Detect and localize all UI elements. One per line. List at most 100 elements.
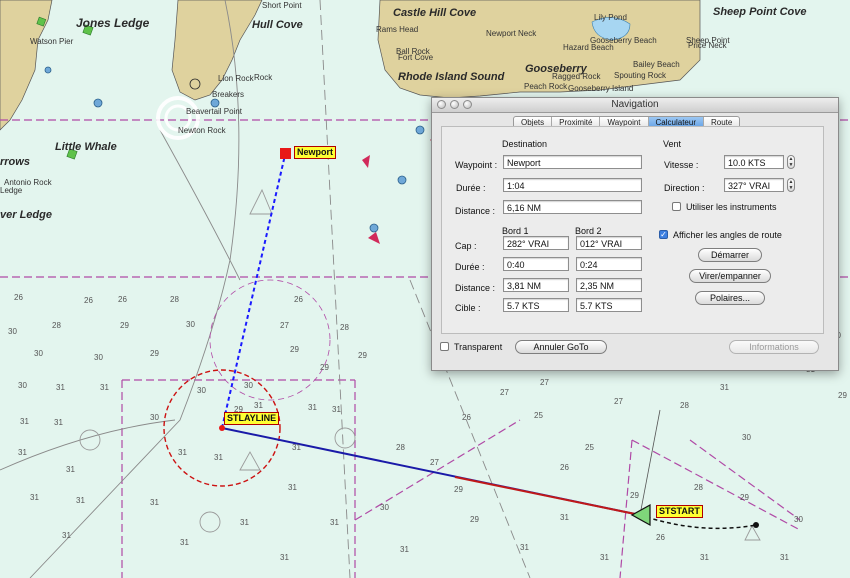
svg-text:31: 31	[62, 531, 71, 540]
svg-text:31: 31	[280, 553, 289, 562]
svg-text:29: 29	[630, 491, 639, 500]
navigation-window[interactable]: Navigation Objets Proximité Waypoint Cal…	[431, 97, 839, 371]
vitesse-label: Vitesse :	[664, 160, 699, 170]
svg-text:30: 30	[186, 320, 195, 329]
bord1-header: Bord 1	[502, 226, 529, 236]
svg-text:29: 29	[358, 351, 367, 360]
svg-text:31: 31	[780, 553, 789, 562]
demarrer-button[interactable]: Démarrer	[698, 248, 762, 262]
svg-text:31: 31	[18, 448, 27, 457]
svg-text:Gooseberry Island: Gooseberry Island	[568, 84, 633, 93]
svg-text:Rock: Rock	[254, 73, 273, 82]
vitesse-stepper[interactable]: ▲ ▼	[787, 155, 795, 169]
svg-text:26: 26	[294, 295, 303, 304]
svg-text:31: 31	[180, 538, 189, 547]
svg-text:30: 30	[197, 386, 206, 395]
svg-text:27: 27	[540, 378, 549, 387]
svg-text:Rams Head: Rams Head	[376, 25, 418, 34]
svg-text:Hazard Beach: Hazard Beach	[563, 43, 614, 52]
svg-text:28: 28	[340, 323, 349, 332]
cap-label: Cap :	[455, 241, 477, 251]
duration-field: 1:04	[503, 178, 642, 192]
virer-empanner-button[interactable]: Virer/empanner	[689, 269, 771, 283]
window-title: Navigation	[611, 99, 659, 110]
svg-text:Ball Rock: Ball Rock	[396, 47, 431, 56]
cap-bord2-field: 012° VRAI	[576, 236, 642, 250]
svg-text:30: 30	[794, 515, 803, 524]
svg-text:31: 31	[76, 496, 85, 505]
waypoint-label-newport[interactable]: Newport	[294, 146, 336, 159]
svg-text:ver Ledge: ver Ledge	[0, 209, 52, 221]
waypoint-stlayline-marker[interactable]	[219, 425, 225, 431]
svg-text:28: 28	[170, 295, 179, 304]
bord2-header: Bord 2	[575, 226, 602, 236]
svg-text:Lion Rock: Lion Rock	[218, 74, 255, 83]
svg-text:31: 31	[66, 465, 75, 474]
svg-text:31: 31	[56, 383, 65, 392]
svg-text:31: 31	[288, 483, 297, 492]
duree-bord1-field: 0:40	[503, 257, 569, 271]
svg-text:26: 26	[84, 296, 93, 305]
svg-text:27: 27	[500, 388, 509, 397]
svg-text:Ragged Rock: Ragged Rock	[552, 72, 601, 81]
svg-text:30: 30	[742, 433, 751, 442]
svg-text:31: 31	[700, 553, 709, 562]
svg-text:31: 31	[330, 518, 339, 527]
dist-label: Distance :	[455, 283, 496, 293]
informations-button[interactable]: Informations	[729, 340, 819, 354]
waypoint-field[interactable]: Newport	[503, 155, 642, 169]
direction-stepper[interactable]: ▲ ▼	[787, 178, 795, 192]
svg-text:Price Neck: Price Neck	[688, 41, 728, 50]
transparent-label: Transparent	[454, 342, 503, 352]
svg-text:Little Whale: Little Whale	[55, 141, 117, 153]
svg-text:31: 31	[30, 493, 39, 502]
svg-text:31: 31	[20, 417, 29, 426]
svg-text:29: 29	[120, 321, 129, 330]
afficher-angles-checkbox[interactable]: ✓	[659, 230, 668, 239]
svg-text:31: 31	[292, 443, 301, 452]
svg-text:Spouting Rock: Spouting Rock	[614, 71, 667, 80]
svg-text:Watson Pier: Watson Pier	[30, 37, 74, 46]
calculator-panel: Destination Waypoint : Newport Durée : 1…	[441, 126, 824, 334]
utiliser-instruments-checkbox[interactable]	[672, 202, 681, 211]
svg-text:29: 29	[740, 493, 749, 502]
svg-text:Jones Ledge: Jones Ledge	[76, 16, 150, 30]
svg-text:29: 29	[470, 515, 479, 524]
svg-text:Breakers: Breakers	[212, 90, 244, 99]
svg-text:27: 27	[280, 321, 289, 330]
dist-bord1-field: 3,81 NM	[503, 278, 569, 292]
svg-text:31: 31	[720, 383, 729, 392]
svg-text:30: 30	[8, 327, 17, 336]
waypoint-label-stlayline[interactable]: STLAYLINE	[224, 412, 280, 425]
svg-text:26: 26	[118, 295, 127, 304]
waypoint-newport-marker[interactable]	[280, 148, 291, 159]
svg-text:31: 31	[178, 448, 187, 457]
svg-text:Beavertail Point: Beavertail Point	[186, 107, 243, 116]
window-titlebar[interactable]: Navigation	[432, 98, 838, 113]
cap-bord1-field: 282° VRAI	[503, 236, 569, 250]
start-dot	[753, 522, 759, 528]
svg-text:29: 29	[320, 363, 329, 372]
svg-text:31: 31	[560, 513, 569, 522]
waypoint-label-ststart[interactable]: STSTART	[656, 505, 703, 518]
svg-text:31: 31	[240, 518, 249, 527]
vitesse-field[interactable]: 10.0 KTS	[724, 155, 784, 169]
vent-header: Vent	[663, 139, 682, 149]
svg-text:31: 31	[520, 543, 529, 552]
svg-text:27: 27	[430, 458, 439, 467]
svg-text:Lily Pond: Lily Pond	[594, 13, 627, 22]
svg-text:rrows: rrows	[0, 156, 30, 168]
svg-text:Bailey Beach: Bailey Beach	[633, 60, 680, 69]
annuler-goto-button[interactable]: Annuler GoTo	[515, 340, 607, 354]
svg-text:31: 31	[54, 418, 63, 427]
duree-bord2-field: 0:24	[576, 257, 642, 271]
direction-field[interactable]: 327° VRAI	[724, 178, 784, 192]
cible-bord2-field: 5.7 KTS	[576, 298, 642, 312]
svg-text:26: 26	[656, 533, 665, 542]
svg-text:31: 31	[214, 453, 223, 462]
svg-text:28: 28	[680, 401, 689, 410]
svg-text:28: 28	[396, 443, 405, 452]
direction-label: Direction :	[664, 183, 705, 193]
polaires-button[interactable]: Polaires...	[695, 291, 765, 305]
transparent-checkbox[interactable]	[440, 342, 449, 351]
